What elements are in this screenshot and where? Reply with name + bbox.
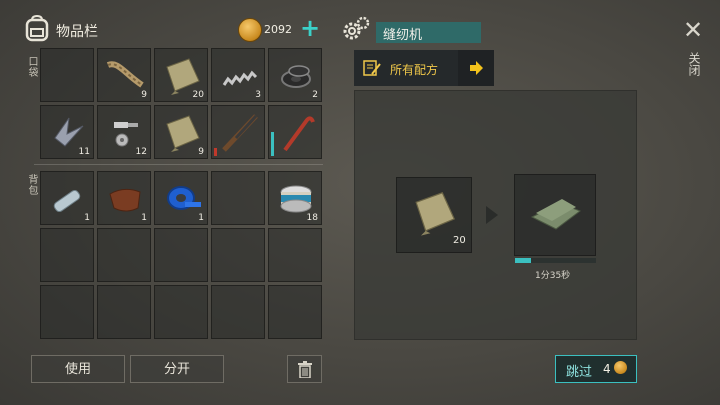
inventory-slot[interactable]: 1 bbox=[154, 171, 208, 225]
inventory-slot[interactable] bbox=[154, 285, 208, 339]
crowbar-icon bbox=[283, 116, 315, 152]
inventory-slot[interactable] bbox=[211, 171, 265, 225]
inventory-slot[interactable]: 20 bbox=[154, 48, 208, 102]
craft-time: 1分35秒 bbox=[535, 271, 571, 281]
skip-cost: 4 bbox=[603, 362, 611, 376]
durability-bar bbox=[214, 148, 217, 156]
water-bottle-icon bbox=[53, 189, 81, 213]
inventory-slot[interactable]: 2 bbox=[268, 48, 322, 102]
slot-qty: 20 bbox=[192, 90, 204, 100]
slot-qty: 1 bbox=[198, 213, 204, 223]
pocket-label: 口袋 bbox=[26, 56, 37, 78]
inventory-slot[interactable] bbox=[211, 228, 265, 282]
backpack-label: 背包 bbox=[26, 174, 37, 196]
inventory-slot[interactable]: 11 bbox=[40, 105, 94, 159]
inventory-title: 物品栏 bbox=[56, 24, 98, 40]
inventory-slot[interactable]: 3 bbox=[211, 48, 265, 102]
slot-qty: 1 bbox=[84, 213, 90, 223]
inventory-slot[interactable] bbox=[268, 105, 322, 159]
bandage-cloth-icon bbox=[530, 199, 582, 230]
output-slot[interactable] bbox=[514, 174, 596, 256]
inventory-slot[interactable]: 1 bbox=[97, 171, 151, 225]
spring-icon bbox=[222, 70, 258, 86]
inventory-slot[interactable] bbox=[211, 285, 265, 339]
close-label[interactable]: 关闭 bbox=[686, 52, 703, 76]
coin-icon bbox=[238, 18, 262, 42]
all-recipes-label: 所有配方 bbox=[390, 63, 439, 77]
add-coins-button[interactable]: + bbox=[300, 16, 320, 40]
leather-icon bbox=[109, 188, 141, 212]
craft-progress-fill bbox=[515, 258, 531, 263]
arrow-right-icon bbox=[470, 61, 483, 75]
inventory-slot[interactable] bbox=[268, 285, 322, 339]
use-button[interactable]: 使用 bbox=[31, 355, 125, 383]
coin-count: 2092 bbox=[264, 23, 292, 36]
trash-icon bbox=[298, 361, 312, 378]
slot-qty: 12 bbox=[135, 147, 147, 157]
inventory-slot[interactable]: 9 bbox=[154, 105, 208, 159]
trash-button[interactable] bbox=[287, 355, 322, 383]
slot-qty: 1 bbox=[141, 213, 147, 223]
durability-bar bbox=[271, 132, 274, 156]
slot-qty: 9 bbox=[198, 147, 204, 157]
machine-name: 缝纫机 bbox=[383, 28, 423, 43]
slot-qty: 2 bbox=[312, 90, 318, 100]
rope-icon bbox=[106, 61, 144, 88]
tape-icon bbox=[167, 186, 201, 210]
slot-qty: 3 bbox=[255, 90, 261, 100]
backpack-icon bbox=[25, 14, 49, 42]
play-arrow-icon bbox=[486, 206, 498, 224]
slot-qty: 9 bbox=[141, 90, 147, 100]
input-qty: 20 bbox=[453, 235, 466, 246]
inventory-slot[interactable] bbox=[154, 228, 208, 282]
inventory-slot[interactable]: 9 bbox=[97, 48, 151, 102]
inventory-slot[interactable]: 1 bbox=[40, 171, 94, 225]
inventory-slot[interactable]: 18 bbox=[268, 171, 322, 225]
inventory-slot[interactable] bbox=[268, 228, 322, 282]
inventory-slot[interactable]: 12 bbox=[97, 105, 151, 159]
close-icon[interactable]: ✕ bbox=[683, 18, 703, 42]
inventory-slot[interactable] bbox=[40, 228, 94, 282]
slot-qty: 18 bbox=[306, 213, 318, 223]
inventory-slot[interactable] bbox=[40, 48, 94, 102]
recipe-arrow-button[interactable] bbox=[458, 50, 494, 86]
recipe-note-icon bbox=[363, 60, 381, 76]
coin-icon bbox=[614, 361, 627, 374]
slot-qty: 11 bbox=[78, 147, 90, 157]
inventory-slot[interactable] bbox=[97, 228, 151, 282]
cloth-icon bbox=[415, 192, 456, 236]
inventory-slot[interactable] bbox=[40, 285, 94, 339]
rifle-icon bbox=[222, 114, 258, 152]
skip-label: 跳过 bbox=[566, 365, 593, 380]
gear-icon bbox=[343, 16, 370, 40]
split-button[interactable]: 分开 bbox=[130, 355, 224, 383]
washer-icon bbox=[281, 65, 311, 88]
inventory-slot[interactable] bbox=[211, 105, 265, 159]
inventory-slot[interactable] bbox=[97, 285, 151, 339]
cloth-icon bbox=[166, 115, 200, 152]
divider bbox=[34, 164, 323, 165]
